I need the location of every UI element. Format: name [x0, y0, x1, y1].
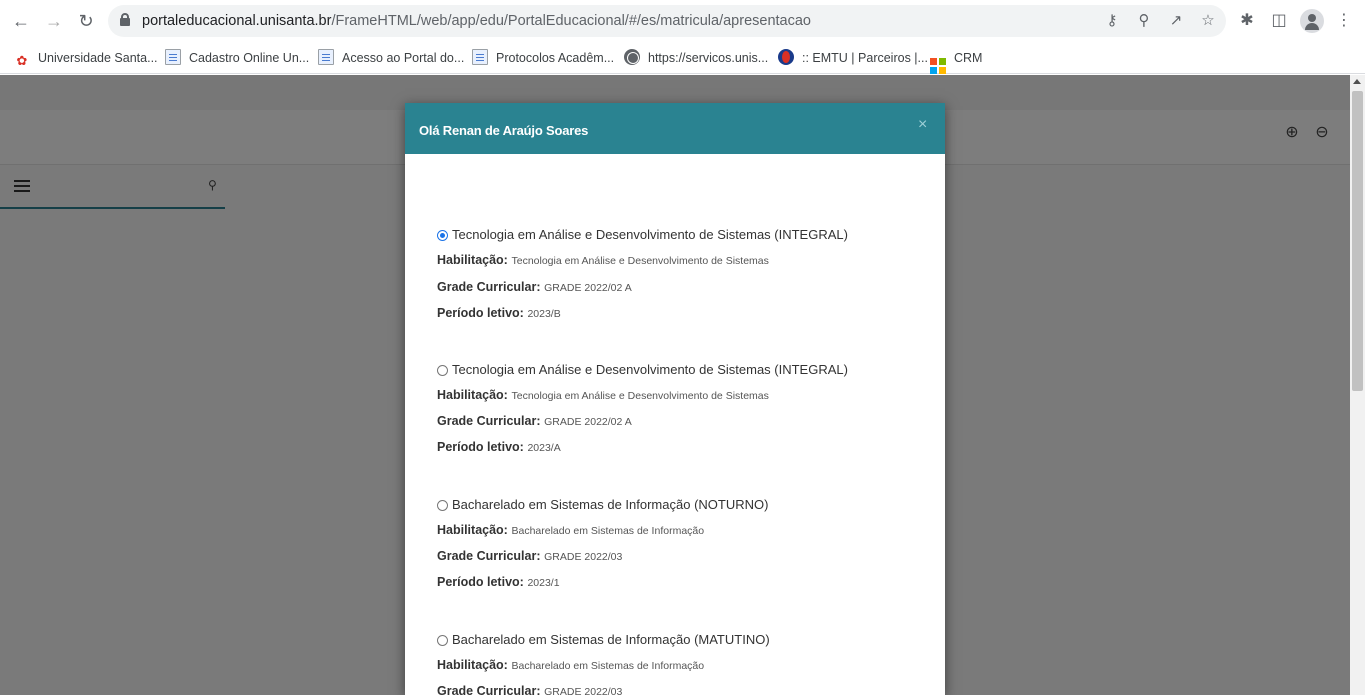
grade-row: Grade Curricular: GRADE 2022/03 — [437, 548, 622, 563]
profile-avatar-icon[interactable] — [1300, 9, 1324, 33]
course-option-header[interactable]: Tecnologia em Análise e Desenvolvimento … — [437, 362, 917, 382]
course-option: Bacharelado em Sistemas de Informação (M… — [437, 632, 917, 695]
habilitacao-value: Bacharelado em Sistemas de Informação — [511, 660, 705, 672]
habilitacao-row: Habilitação: Bacharelado em Sistemas de … — [437, 657, 704, 672]
habilitacao-row: Habilitação: Tecnologia em Análise e Des… — [437, 252, 769, 267]
grade-label: Grade Curricular: — [437, 684, 541, 695]
habilitacao-value: Tecnologia em Análise e Desenvolvimento … — [511, 390, 769, 402]
extensions-puzzle-icon[interactable]: ✱ — [1236, 10, 1258, 32]
course-radio[interactable] — [437, 500, 448, 511]
side-panel-icon[interactable]: ◫ — [1268, 10, 1290, 32]
browser-toolbar: ← → ↻ portaleducacional.unisanta.br/Fram… — [0, 0, 1365, 42]
habilitacao-value: Tecnologia em Análise e Desenvolvimento … — [511, 255, 769, 267]
periodo-value: 2023/B — [527, 308, 561, 320]
bookmark-protocolos-academicos[interactable]: Protocolos Acadêm... — [472, 48, 614, 68]
course-option: Tecnologia em Análise e Desenvolvimento … — [437, 362, 917, 454]
key-icon[interactable]: ⚷ — [1102, 11, 1122, 31]
habilitacao-label: Habilitação: — [437, 253, 508, 267]
grade-value: GRADE 2022/02 A — [544, 416, 632, 428]
bookmark-label: Cadastro Online Un... — [189, 51, 310, 65]
emtu-icon — [778, 49, 794, 65]
share-icon[interactable]: ↗ — [1166, 11, 1186, 31]
habilitacao-label: Habilitação: — [437, 388, 508, 402]
course-option-header[interactable]: Bacharelado em Sistemas de Informação (M… — [437, 632, 917, 652]
address-bar[interactable]: portaleducacional.unisanta.br/FrameHTML/… — [108, 5, 1226, 37]
zoom-icon[interactable]: ⚲ — [1134, 11, 1154, 31]
grade-value: GRADE 2022/03 — [544, 551, 623, 563]
habilitacao-row: Habilitação: Tecnologia em Análise e Des… — [437, 387, 769, 402]
periodo-label: Período letivo: — [437, 575, 524, 589]
course-title[interactable]: Tecnologia em Análise e Desenvolvimento … — [452, 227, 848, 242]
bookmark-acesso-portal[interactable]: Acesso ao Portal do... — [318, 48, 464, 68]
course-radio[interactable] — [437, 365, 448, 376]
habilitacao-value: Bacharelado em Sistemas de Informação — [511, 525, 705, 537]
bookmark-label: CRM — [954, 51, 983, 65]
periodo-row: Período letivo: 2023/A — [437, 439, 561, 454]
url-path: /FrameHTML/web/app/edu/PortalEducacional… — [331, 13, 811, 29]
periodo-row: Período letivo: 2023/B — [437, 305, 561, 320]
course-radio[interactable] — [437, 230, 448, 241]
close-icon[interactable]: × — [918, 116, 927, 134]
grade-row: Grade Curricular: GRADE 2022/02 A — [437, 413, 632, 428]
bookmark-crm[interactable]: CRM — [930, 48, 983, 74]
grade-label: Grade Curricular: — [437, 549, 541, 563]
enrollment-modal: Olá Renan de Araújo Soares × Tecnologia … — [405, 103, 945, 695]
bookmark-star-icon[interactable]: ☆ — [1198, 11, 1218, 31]
unisanta-icon: ✿ — [16, 53, 28, 68]
grade-row: Grade Curricular: GRADE 2022/02 A — [437, 279, 632, 294]
bookmark-servicos-unis[interactable]: https://servicos.unis... — [624, 48, 768, 68]
course-option: Bacharelado em Sistemas de Informação (N… — [437, 497, 917, 589]
grade-label: Grade Curricular: — [437, 414, 541, 428]
bookmark-label: Acesso ao Portal do... — [342, 51, 465, 65]
grade-value: GRADE 2022/03 — [544, 686, 623, 695]
course-option-header[interactable]: Bacharelado em Sistemas de Informação (N… — [437, 497, 917, 517]
menu-kebab-icon[interactable]: ⋮ — [1333, 10, 1355, 32]
course-radio[interactable] — [437, 635, 448, 646]
course-title[interactable]: Tecnologia em Análise e Desenvolvimento … — [452, 362, 848, 377]
habilitacao-row: Habilitação: Bacharelado em Sistemas de … — [437, 522, 704, 537]
lock-icon[interactable] — [120, 13, 130, 26]
grade-label: Grade Curricular: — [437, 280, 541, 294]
habilitacao-label: Habilitação: — [437, 658, 508, 672]
course-option: Tecnologia em Análise e Desenvolvimento … — [437, 227, 917, 320]
course-option-header[interactable]: Tecnologia em Análise e Desenvolvimento … — [437, 227, 917, 247]
course-title[interactable]: Bacharelado em Sistemas de Informação (N… — [452, 497, 768, 512]
bookmark-label: https://servicos.unis... — [648, 51, 769, 65]
back-arrow-icon[interactable]: ← — [9, 9, 33, 33]
periodo-label: Período letivo: — [437, 440, 524, 454]
bookmark-cadastro-online[interactable]: Cadastro Online Un... — [165, 48, 309, 68]
bookmark-emtu-parceiros[interactable]: :: EMTU | Parceiros |... — [778, 48, 928, 68]
periodo-value: 2023/A — [527, 442, 561, 454]
periodo-row: Período letivo: 2023/1 — [437, 574, 560, 589]
page-scrollbar[interactable] — [1350, 75, 1365, 695]
periodo-label: Período letivo: — [437, 306, 524, 320]
bookmarks-bar: ✿ Universidade Santa... Cadastro Online U… — [0, 42, 1365, 74]
microsoft-icon — [930, 58, 946, 74]
course-title[interactable]: Bacharelado em Sistemas de Informação (M… — [452, 632, 770, 647]
modal-title: Olá Renan de Araújo Soares — [419, 123, 589, 138]
document-icon — [165, 49, 181, 65]
scroll-up-arrow-icon[interactable] — [1353, 79, 1361, 84]
bookmark-label: Protocolos Acadêm... — [496, 51, 615, 65]
habilitacao-label: Habilitação: — [437, 523, 508, 537]
periodo-value: 2023/1 — [527, 577, 560, 589]
scroll-thumb[interactable] — [1352, 91, 1363, 391]
forward-arrow-icon[interactable]: → — [42, 9, 66, 33]
bookmark-label: Universidade Santa... — [38, 51, 158, 65]
document-icon — [472, 49, 488, 65]
globe-icon — [624, 49, 640, 65]
bookmark-universidade-santa[interactable]: ✿ Universidade Santa... — [14, 48, 158, 68]
document-icon — [318, 49, 334, 65]
grade-value: GRADE 2022/02 A — [544, 282, 632, 294]
url-text[interactable]: portaleducacional.unisanta.br/FrameHTML/… — [142, 13, 811, 29]
grade-row: Grade Curricular: GRADE 2022/03 — [437, 683, 622, 695]
url-host: portaleducacional.unisanta.br — [142, 13, 332, 29]
reload-icon[interactable]: ↻ — [74, 9, 98, 33]
bookmark-label: :: EMTU | Parceiros |... — [802, 51, 928, 65]
modal-header: Olá Renan de Araújo Soares × — [405, 103, 945, 154]
